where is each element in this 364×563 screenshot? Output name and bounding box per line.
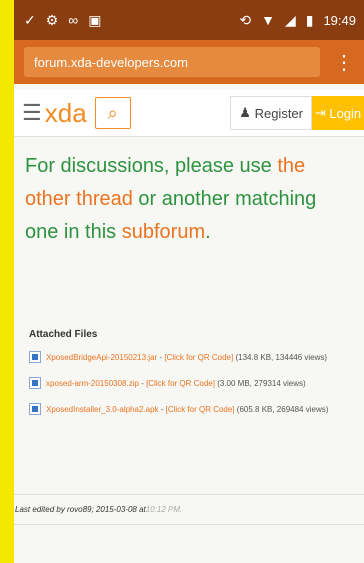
attached-files-title: Attached Files — [29, 329, 98, 340]
hamburger-menu-icon[interactable]: ☰ — [22, 102, 42, 124]
status-right-icons: ⟲ ▼ ◢ ▮ 19:49 — [239, 13, 364, 28]
attached-file-row: XposedBridgeApi-20150213.jar - [Click fo… — [29, 350, 357, 366]
browser-url-bar: forum.xda-developers.com ⋮ — [14, 40, 364, 84]
register-button[interactable]: ♟ Register — [230, 96, 312, 130]
attached-file-text: xposed-arm-20150308.zip - [Click for QR … — [46, 379, 306, 388]
wifi-icon: ▼ — [261, 12, 275, 28]
settings-icon: ⚙ — [45, 12, 59, 28]
register-label: Register — [254, 105, 303, 121]
file-details: (605.8 KB, 269484 views) — [236, 405, 329, 414]
sync-icon: ⟲ — [239, 12, 252, 28]
url-field[interactable]: forum.xda-developers.com — [24, 47, 320, 77]
attached-file-row: XposedInstaller_3.0-alpha2.apk - [Click … — [29, 402, 357, 418]
attached-file-row: xposed-arm-20150308.zip - [Click for QR … — [29, 376, 357, 392]
phone-screen: ✓ ⚙ ∞ ▣ ⟲ ▼ ◢ ▮ 19:49 forum.xda-develope… — [14, 0, 364, 563]
discussion-message: For discussions, please use the other th… — [14, 150, 364, 249]
xda-logo[interactable]: ☰ xda — [22, 98, 87, 129]
jar-file-icon — [29, 351, 41, 363]
url-text: forum.xda-developers.com — [34, 54, 188, 70]
status-left-icons: ✓ ⚙ ∞ ▣ — [14, 13, 102, 27]
attached-file-text: XposedBridgeApi-20150213.jar - [Click fo… — [46, 353, 328, 362]
message-prefix: For discussions, please use — [25, 155, 278, 177]
status-bar: ✓ ⚙ ∞ ▣ ⟲ ▼ ◢ ▮ 19:49 — [14, 0, 364, 40]
file-details: (134.8 KB, 134446 views) — [235, 353, 328, 362]
browser-menu-icon[interactable]: ⋮ — [334, 50, 354, 75]
last-edited-time: 10:12 PM. — [145, 505, 183, 514]
zip-file-icon — [29, 377, 41, 389]
file-link[interactable]: XposedBridgeApi-20150213.jar — [46, 353, 157, 362]
qr-code-link[interactable]: [Click for QR Code] — [146, 379, 215, 388]
search-icon: ⌕ — [107, 102, 118, 123]
last-edited-prefix: Last edited by rovo89; 2015-03-08 at — [15, 505, 146, 514]
user-icon: ♟ — [239, 105, 255, 120]
login-icon: ⇥ — [314, 105, 330, 120]
subforum-link[interactable]: subforum — [122, 221, 205, 243]
file-link[interactable]: xposed-arm-20150308.zip — [46, 379, 139, 388]
file-details: (3.00 MB, 279314 views) — [217, 379, 306, 388]
apk-file-icon — [29, 403, 41, 415]
qr-code-link[interactable]: [Click for QR Code] — [166, 405, 235, 414]
login-label: Login — [329, 105, 362, 121]
attached-file-text: XposedInstaller_3.0-alpha2.apk - [Click … — [46, 405, 329, 414]
check-icon: ✓ — [24, 12, 36, 28]
clipboard-icon: ▣ — [88, 12, 102, 28]
xda-logo-text: xda — [44, 97, 87, 128]
qr-code-link[interactable]: [Click for QR Code] — [164, 353, 233, 362]
site-header: ☰ xda ⌕ ♟ Register ⇥ Login — [14, 90, 364, 137]
battery-icon: ▮ — [305, 12, 314, 28]
file-link[interactable]: XposedInstaller_3.0-alpha2.apk — [46, 405, 159, 414]
login-button[interactable]: ⇥ Login — [312, 96, 364, 130]
status-time: 19:49 — [323, 12, 356, 28]
message-suffix: . — [205, 221, 211, 243]
attached-files-list: XposedBridgeApi-20150213.jar - [Click fo… — [29, 350, 357, 428]
signal-icon: ◢ — [284, 12, 296, 28]
voicemail-icon: ∞ — [68, 12, 79, 28]
last-edited-note: Last edited by rovo89; 2015-03-08 at 10:… — [14, 494, 364, 525]
search-button[interactable]: ⌕ — [94, 97, 131, 129]
